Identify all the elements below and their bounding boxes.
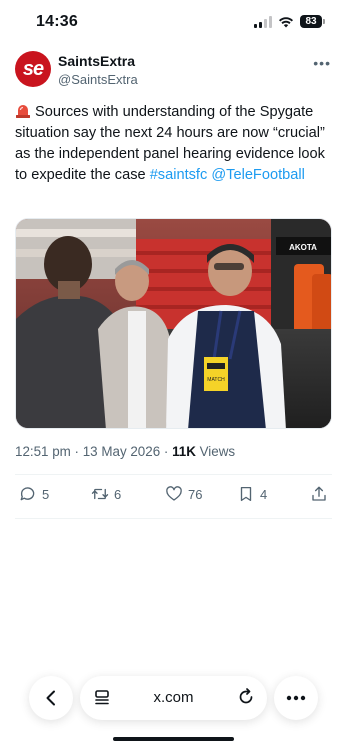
more-options-button[interactable]: •••: [313, 55, 331, 71]
divider-bottom: [15, 518, 332, 519]
reply-icon: [20, 487, 35, 501]
status-icons: 83: [254, 15, 325, 28]
tweet-timestamp[interactable]: 12:51 pm · 13 May 2026 ·: [15, 444, 172, 459]
rotating-light-emoji-icon: [16, 105, 30, 118]
lanyard-pass-text: MATCH: [207, 377, 225, 383]
bookmark-button[interactable]: 4: [237, 485, 267, 503]
retweet-icon: [91, 488, 109, 500]
address-bar[interactable]: x.com: [80, 676, 267, 720]
views-count: 11K: [172, 444, 196, 459]
mention-link[interactable]: @TeleFootball: [211, 167, 305, 183]
browser-toolbar: x.com: [0, 676, 347, 722]
tweet-text: Sources with understanding of the Spygat…: [15, 102, 335, 186]
author-name[interactable]: SaintsExtra: [58, 53, 135, 69]
reply-button[interactable]: 5: [19, 485, 49, 503]
home-indicator: [113, 737, 234, 741]
battery-level: 83: [300, 15, 322, 28]
stadium-sign-text: AKOTA: [289, 243, 317, 252]
cellular-signal-icon: [254, 15, 272, 28]
heart-icon: [166, 486, 182, 501]
status-time: 14:36: [36, 13, 78, 30]
author-handle[interactable]: @SaintsExtra: [58, 72, 138, 87]
status-bar: 14:36 83: [0, 0, 347, 44]
author-avatar[interactable]: se: [15, 51, 51, 87]
ellipsis-icon: [286, 695, 306, 701]
like-button[interactable]: 76: [165, 485, 202, 503]
divider-top: [15, 474, 332, 475]
back-button[interactable]: [29, 676, 73, 720]
reload-icon[interactable]: [237, 688, 255, 706]
battery-icon: 83: [300, 15, 325, 28]
retweet-count: 6: [114, 486, 122, 502]
bookmark-icon: [240, 486, 252, 502]
tweet-photo[interactable]: AKOTA MATCH: [15, 218, 332, 429]
like-count: 76: [188, 486, 203, 502]
tweet-meta: 12:51 pm · 13 May 2026 · 11K Views: [15, 444, 235, 459]
more-menu-button[interactable]: [274, 676, 318, 720]
wifi-icon: [279, 16, 293, 27]
retweet-button[interactable]: 6: [91, 485, 121, 503]
views-label: Views: [195, 444, 236, 459]
share-button[interactable]: [310, 485, 328, 503]
share-icon: [312, 486, 326, 501]
photo-illustration: AKOTA MATCH: [16, 219, 331, 428]
hashtag-link[interactable]: #saintsfc: [150, 167, 208, 183]
reply-count: 5: [42, 486, 50, 502]
bookmark-count: 4: [260, 486, 268, 502]
tweet-actions: 5 6 76 4: [0, 485, 347, 509]
chevron-left-icon: [46, 690, 55, 706]
